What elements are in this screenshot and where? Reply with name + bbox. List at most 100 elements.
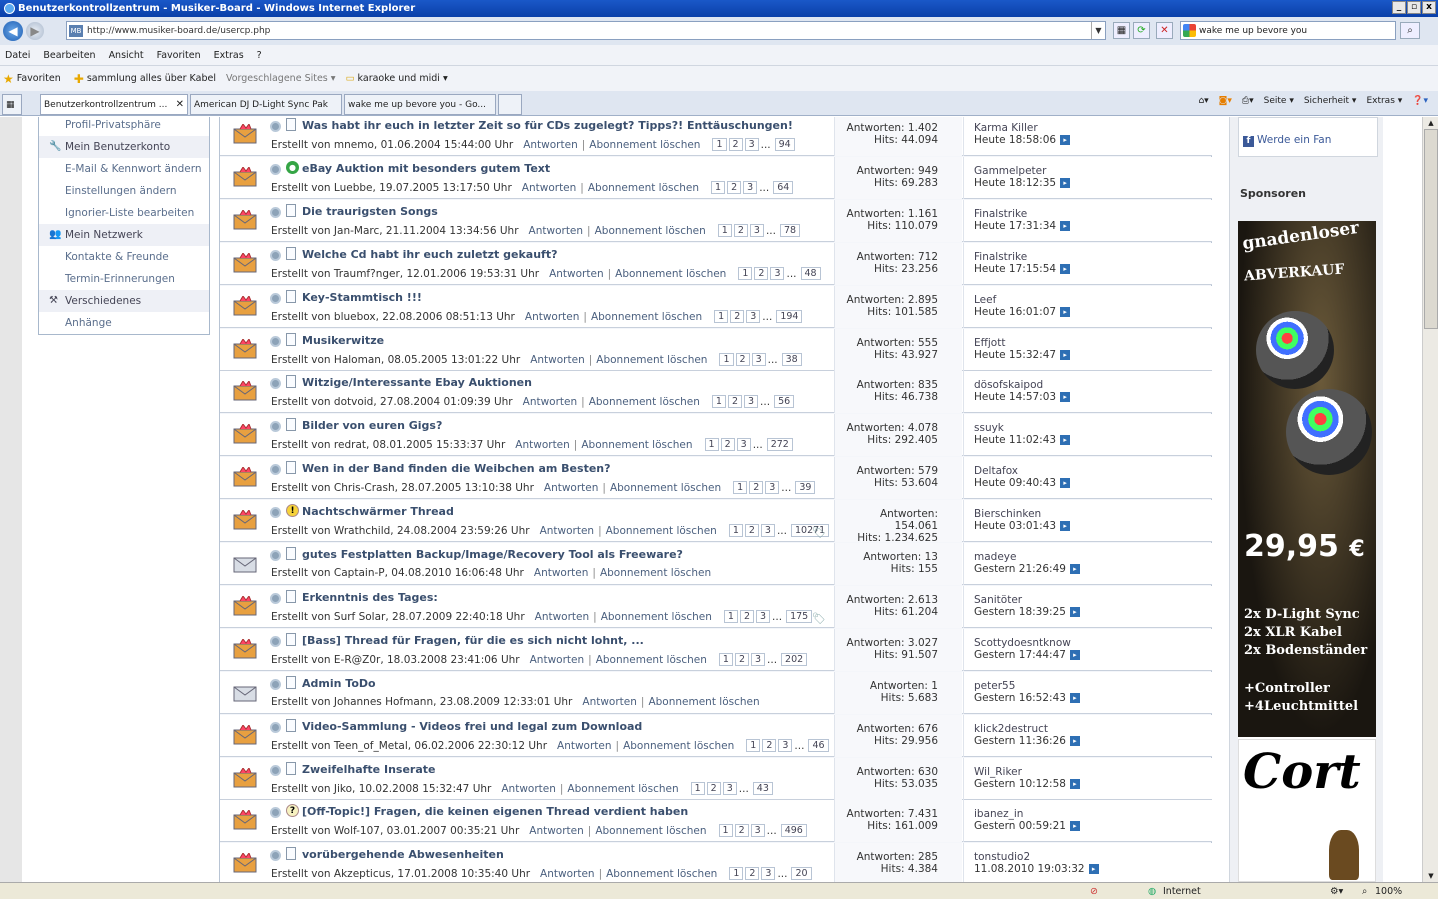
page-link[interactable]: 1 (714, 310, 729, 323)
page-link[interactable]: 3 (744, 395, 759, 408)
help-icon[interactable]: ❓▾ (1412, 96, 1428, 106)
menu-extras[interactable]: Extras (214, 50, 244, 61)
page-link[interactable]: 2 (706, 782, 721, 795)
page-link[interactable]: 3 (751, 353, 766, 366)
last-page-link[interactable]: 39 (795, 481, 816, 494)
page-link[interactable]: 2 (762, 739, 777, 752)
reply-link[interactable]: Antworten (540, 525, 595, 537)
page-link[interactable]: 1 (733, 481, 748, 494)
page-link[interactable]: 3 (749, 224, 764, 237)
sidebar-heading[interactable]: 👥 Mein Netzwerk (39, 224, 209, 246)
thread-title[interactable]: gutes Festplatten Backup/Image/Recovery … (302, 548, 683, 561)
page-link[interactable]: 3 (746, 310, 761, 323)
unsubscribe-link[interactable]: Abonnement löschen (600, 567, 711, 579)
thread-title[interactable]: Die traurigsten Songs (302, 205, 438, 218)
reply-link[interactable]: Antworten (530, 654, 585, 666)
reply-link[interactable]: Antworten (501, 783, 556, 795)
scroll-up-icon[interactable]: ▲ (1424, 117, 1438, 129)
last-post-user[interactable]: tonstudio2 (974, 851, 1212, 863)
thread-title[interactable]: eBay Auktion mit besonders gutem Text (302, 162, 550, 175)
unsubscribe-link[interactable]: Abonnement löschen (596, 354, 707, 366)
reply-link[interactable]: Antworten (523, 139, 578, 151)
page-link[interactable]: 1 (711, 181, 726, 194)
unsubscribe-link[interactable]: Abonnement löschen (595, 225, 706, 237)
go-to-last-post-icon[interactable]: ▸ (1060, 221, 1071, 231)
last-page-link[interactable]: 202 (781, 653, 808, 666)
address-dropdown-icon[interactable]: ▼ (1091, 22, 1105, 39)
page-link[interactable]: 1 (746, 739, 761, 752)
last-page-link[interactable]: 20 (791, 867, 812, 880)
thread-title[interactable]: Erkenntnis des Tages: (302, 591, 438, 604)
page-link[interactable]: 1 (718, 824, 733, 837)
last-post-user[interactable]: Gammelpeter (974, 165, 1212, 177)
refresh-button[interactable]: ⟳ (1133, 22, 1150, 39)
page-link[interactable]: 2 (749, 481, 764, 494)
unsubscribe-link[interactable]: Abonnement löschen (606, 525, 717, 537)
last-post-user[interactable]: Wil_Riker (974, 766, 1212, 778)
home-icon[interactable]: ⌂▾ (1198, 96, 1208, 106)
search-button[interactable]: ⌕ (1400, 22, 1420, 39)
sidebar-item[interactable]: Termin-Erinnerungen (39, 268, 209, 290)
reply-link[interactable]: Antworten (557, 740, 612, 752)
page-link[interactable]: 1 (718, 653, 733, 666)
new-posts-icon[interactable] (270, 593, 281, 604)
thread-title[interactable]: Zweifelhafte Inserate (302, 763, 435, 776)
new-posts-icon[interactable] (270, 207, 281, 218)
reply-link[interactable]: Antworten (525, 311, 580, 323)
thread-title[interactable]: Key-Stammtisch !!! (302, 291, 422, 304)
last-post-user[interactable]: Bierschinken (974, 508, 1212, 520)
last-page-link[interactable]: 56 (774, 395, 795, 408)
new-tab-button[interactable] (498, 94, 522, 115)
menu-ansicht[interactable]: Ansicht (109, 50, 144, 61)
page-link[interactable]: 3 (761, 867, 776, 880)
page-link[interactable]: 1 (712, 138, 727, 151)
last-page-link[interactable]: 43 (752, 782, 773, 795)
reply-link[interactable]: Antworten (522, 182, 577, 194)
new-posts-icon[interactable] (270, 807, 281, 818)
menu-help[interactable]: ? (257, 50, 262, 61)
unsubscribe-link[interactable]: Abonnement löschen (606, 868, 717, 880)
reply-link[interactable]: Antworten (535, 611, 590, 623)
last-post-user[interactable]: Karma Killer (974, 122, 1212, 134)
last-page-link[interactable]: 175 (786, 610, 813, 623)
unsubscribe-link[interactable]: Abonnement löschen (610, 482, 721, 494)
thread-title[interactable]: Admin ToDo (302, 677, 376, 690)
quick-tabs-button[interactable]: ▦ (2, 94, 22, 115)
last-page-link[interactable]: 272 (766, 438, 793, 451)
go-to-last-post-icon[interactable]: ▸ (1069, 736, 1080, 746)
last-page-link[interactable]: 194 (776, 310, 803, 323)
new-posts-icon[interactable] (270, 850, 281, 861)
page-link[interactable]: 2 (727, 395, 742, 408)
last-page-link[interactable]: 48 (800, 267, 821, 280)
new-posts-icon[interactable] (270, 421, 281, 432)
page-link[interactable]: 3 (743, 181, 758, 194)
new-posts-icon[interactable] (270, 722, 281, 733)
go-to-last-post-icon[interactable]: ▸ (1060, 521, 1071, 531)
scroll-down-icon[interactable]: ▼ (1424, 870, 1438, 882)
page-link[interactable]: 3 (744, 138, 759, 151)
thread-title[interactable]: Witzige/Interessante Ebay Auktionen (302, 376, 532, 389)
sidebar-item[interactable]: Ignorier-Liste bearbeiten (39, 202, 209, 224)
page-link[interactable]: 1 (738, 267, 753, 280)
last-page-link[interactable]: 496 (780, 824, 807, 837)
last-page-link[interactable]: 46 (808, 739, 829, 752)
zoom-level[interactable]: 100% (1375, 886, 1402, 897)
thread-title[interactable]: [Bass] Thread für Fragen, für die es sic… (302, 634, 644, 647)
scroll-thumb[interactable] (1424, 129, 1438, 329)
page-link[interactable]: 2 (733, 224, 748, 237)
feeds-icon[interactable]: ◙▾ (1219, 96, 1232, 106)
reply-link[interactable]: Antworten (515, 439, 570, 451)
cmd-extras[interactable]: Extras ▾ (1366, 96, 1402, 106)
page-link[interactable]: 2 (728, 138, 743, 151)
last-post-user[interactable]: dösofskaipod (974, 379, 1212, 391)
menu-bearbeiten[interactable]: Bearbeiten (43, 50, 95, 61)
fav-item-suggested[interactable]: Vorgeschlagene Sites ▾ (226, 73, 336, 84)
search-input[interactable]: wake me up bevore you (1180, 21, 1396, 40)
unsubscribe-link[interactable]: Abonnement löschen (595, 825, 706, 837)
page-link[interactable]: 1 (717, 224, 732, 237)
last-post-user[interactable]: peter55 (974, 680, 1212, 692)
go-to-last-post-icon[interactable]: ▸ (1069, 564, 1080, 574)
sidebar-item[interactable]: Profil-Privatsphäre (39, 117, 209, 136)
go-to-last-post-icon[interactable]: ▸ (1060, 135, 1071, 145)
go-to-last-post-icon[interactable]: ▸ (1088, 864, 1099, 874)
